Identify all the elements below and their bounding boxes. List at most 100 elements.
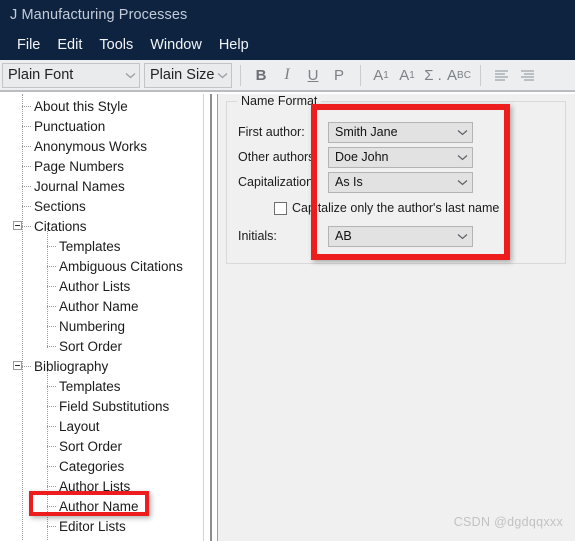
superscript-button[interactable]: A1 (368, 62, 394, 88)
tree-connector (47, 346, 56, 347)
font-combo[interactable]: Plain Font (2, 62, 140, 88)
tree-item-label: Citations (34, 218, 87, 234)
tree-connector (47, 526, 56, 527)
tree-trunk-line (22, 94, 23, 541)
tree-item-journal-names[interactable]: Journal Names (32, 176, 125, 196)
tree-item-label: Field Substitutions (59, 398, 170, 414)
tree-connector (22, 186, 31, 187)
capitalization-row: Capitalization: As Is (227, 171, 565, 193)
application-window: J Manufacturing Processes File Edit Tool… (0, 0, 575, 541)
tree-item-field-substitutions[interactable]: Field Substitutions (57, 396, 169, 416)
bold-button[interactable]: B (248, 62, 274, 88)
initials-row: Initials: AB (227, 225, 565, 247)
tree-item-label: Page Numbers (34, 158, 125, 174)
tree-connector (22, 206, 31, 207)
chevron-down-icon (121, 64, 139, 87)
tree-connector (22, 366, 31, 367)
tree-item-punctuation[interactable]: Punctuation (32, 116, 105, 136)
tree-connector (47, 386, 56, 387)
tree-item-label: Editor Lists (59, 518, 126, 534)
first-author-label: First author: (238, 125, 305, 139)
small-caps-button[interactable]: A BC (446, 62, 472, 88)
size-combo[interactable]: Plain Size (144, 62, 232, 88)
tree-item-templates[interactable]: Templates (57, 376, 121, 396)
capitalize-last-name-checkbox[interactable] (274, 201, 287, 215)
initials-value: AB (335, 229, 352, 243)
menu-item-tools[interactable]: Tools (91, 35, 142, 55)
menu-item-edit[interactable]: Edit (49, 35, 91, 55)
chevron-down-icon (214, 64, 231, 87)
tree-item-label: Journal Names (34, 178, 125, 194)
tree-item-label: Anonymous Works (34, 138, 148, 154)
tree-item-author-lists[interactable]: Author Lists (57, 276, 130, 296)
small-caps-mark: BC (457, 69, 471, 81)
tree-item-author-name[interactable]: Author Name (57, 496, 139, 516)
capitalize-last-name-row[interactable]: Capitalize only the author's last name (227, 198, 565, 218)
menu-bar: File Edit Tools Window Help (9, 33, 258, 57)
capitalization-dropdown[interactable]: As Is (328, 171, 473, 193)
style-tree-pane[interactable]: About this Style Punctuation Anonymous Wor… (0, 94, 203, 541)
tree-connector (47, 426, 56, 427)
tree-connector (47, 326, 56, 327)
other-authors-row: Other authors: Doe John (227, 146, 565, 168)
italic-button[interactable]: I (274, 62, 300, 88)
tree-item-editor-lists[interactable]: Editor Lists (57, 516, 126, 536)
other-authors-dropdown[interactable]: Doe John (328, 146, 473, 168)
tree-item-numbering[interactable]: Numbering (57, 316, 125, 336)
tree-connector (22, 146, 31, 147)
small-caps-base: A (447, 66, 458, 84)
tree-item-label: Author Lists (59, 278, 131, 294)
tree-item-ambiguous-citations[interactable]: Ambiguous Citations (57, 256, 183, 276)
tree-connector (22, 126, 31, 127)
tree-item-label: Numbering (59, 318, 126, 334)
tree-item-categories[interactable]: Categories (57, 456, 124, 476)
tree-item-anonymous-works[interactable]: Anonymous Works (32, 136, 147, 156)
tree-item-editor-name[interactable]: Editor Name (57, 536, 134, 541)
tree-item-label: Layout (59, 418, 100, 434)
initials-dropdown[interactable]: AB (328, 225, 473, 247)
tree-connector (47, 266, 56, 267)
groupbox-title: Name Format (237, 94, 322, 108)
underline-button[interactable]: U (300, 62, 326, 88)
tree-item-templates[interactable]: Templates (57, 236, 121, 256)
tree-expander-collapse[interactable] (13, 361, 22, 370)
tree-item-sort-order[interactable]: Sort Order (57, 336, 122, 356)
tree-item-sections[interactable]: Sections (32, 196, 86, 216)
first-author-dropdown[interactable]: Smith Jane (328, 121, 473, 143)
tree-item-author-lists[interactable]: Author Lists (57, 476, 130, 496)
chevron-down-icon (452, 227, 472, 246)
chevron-down-icon (452, 148, 472, 167)
tree-item-sort-order[interactable]: Sort Order (57, 436, 122, 456)
font-combo-value: Plain Font (8, 67, 74, 83)
title-bar: J Manufacturing Processes File Edit Tool… (0, 0, 575, 60)
tree-item-label: Sort Order (59, 338, 123, 354)
tree-item-label: Templates (59, 238, 121, 254)
tree-expander-collapse[interactable] (13, 221, 22, 230)
tree-branch-line (47, 368, 48, 541)
tree-item-author-name[interactable]: Author Name (57, 296, 139, 316)
subscript-button[interactable]: A1 (394, 62, 420, 88)
menu-item-window[interactable]: Window (142, 35, 211, 55)
sigma-button[interactable]: Σ . (420, 62, 446, 88)
tree-connector (47, 506, 56, 507)
tree-item-label: Ambiguous Citations (59, 258, 183, 274)
tree-item-page-numbers[interactable]: Page Numbers (32, 156, 124, 176)
tree-item-bibliography[interactable]: Bibliography (32, 356, 108, 376)
name-format-groupbox: Name Format First author: Smith Jane Oth… (226, 94, 566, 264)
align-left-button[interactable] (488, 62, 514, 88)
menu-item-help[interactable]: Help (211, 35, 258, 55)
align-right-button[interactable] (514, 62, 540, 88)
pane-splitter[interactable] (203, 94, 217, 541)
tree-item-label: Author Name (59, 298, 139, 314)
tree-connector (47, 446, 56, 447)
tree-item-citations[interactable]: Citations (32, 216, 87, 236)
tree-item-label: Bibliography (34, 358, 109, 374)
tree-item-about-this-style[interactable]: About this Style (32, 96, 128, 116)
toolbar-separator (480, 64, 481, 86)
style-tree: About this Style Punctuation Anonymous Wor… (0, 94, 203, 541)
tree-item-layout[interactable]: Layout (57, 416, 100, 436)
window-title: J Manufacturing Processes (10, 7, 188, 23)
superscript-base: A (373, 66, 384, 84)
plain-button[interactable]: P (326, 62, 352, 88)
menu-item-file[interactable]: File (9, 35, 49, 55)
